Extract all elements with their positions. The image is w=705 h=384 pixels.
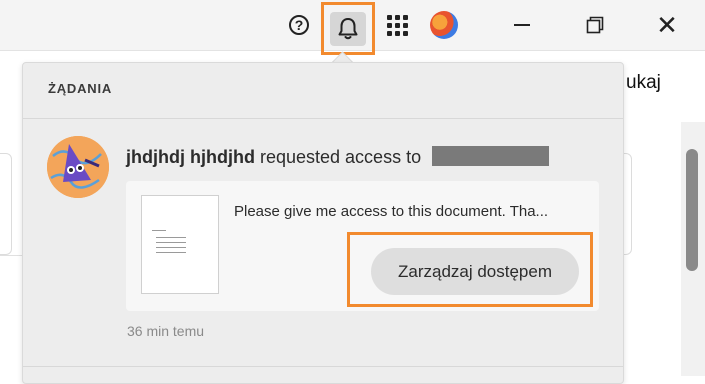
- request-timestamp: 36 min temu: [127, 323, 205, 339]
- app-grid-icon: [386, 14, 408, 36]
- minimize-icon: [514, 24, 530, 26]
- restore-icon: [586, 16, 604, 34]
- request-summary: jhdjhdj hjhdjhd requested access to: [126, 146, 550, 168]
- background-divider: [0, 255, 22, 256]
- requester-name[interactable]: jhdjhdj hjhdjhd: [126, 147, 255, 167]
- popover-title: ŻĄDANIA: [48, 81, 113, 96]
- profile-button[interactable]: [429, 6, 459, 44]
- help-icon: ?: [289, 15, 309, 35]
- manage-access-button[interactable]: Zarządzaj dostępem: [371, 248, 579, 295]
- background-card-left: [0, 153, 12, 255]
- request-card: Please give me access to this document. …: [126, 181, 599, 311]
- close-icon: ✕: [656, 9, 678, 40]
- highlight-frame-notifications: [321, 2, 375, 55]
- requester-avatar-illustration: [47, 136, 109, 198]
- apps-button[interactable]: [384, 6, 410, 44]
- redacted-document-name: [432, 146, 550, 166]
- background-text: ukaj: [626, 72, 661, 93]
- popover-divider: [23, 366, 623, 367]
- popover-header: ŻĄDANIA: [23, 63, 623, 119]
- notifications-popover: ŻĄDANIA jhdjhdj hjhdjhd requested access…: [22, 62, 624, 384]
- scrollbar-thumb[interactable]: [686, 149, 698, 271]
- requester-avatar: [47, 136, 109, 198]
- bell-icon: [338, 17, 358, 39]
- document-thumbnail[interactable]: [141, 195, 219, 294]
- minimize-button[interactable]: [507, 6, 537, 44]
- avatar-icon: [430, 11, 458, 39]
- help-button[interactable]: ?: [284, 6, 314, 44]
- request-message: Please give me access to this document. …: [234, 203, 549, 220]
- title-bar: ? ✕: [0, 0, 705, 55]
- close-button[interactable]: ✕: [652, 6, 682, 44]
- notifications-button[interactable]: [330, 11, 366, 46]
- request-action-text: requested access to: [259, 147, 422, 167]
- maximize-button[interactable]: [580, 6, 610, 44]
